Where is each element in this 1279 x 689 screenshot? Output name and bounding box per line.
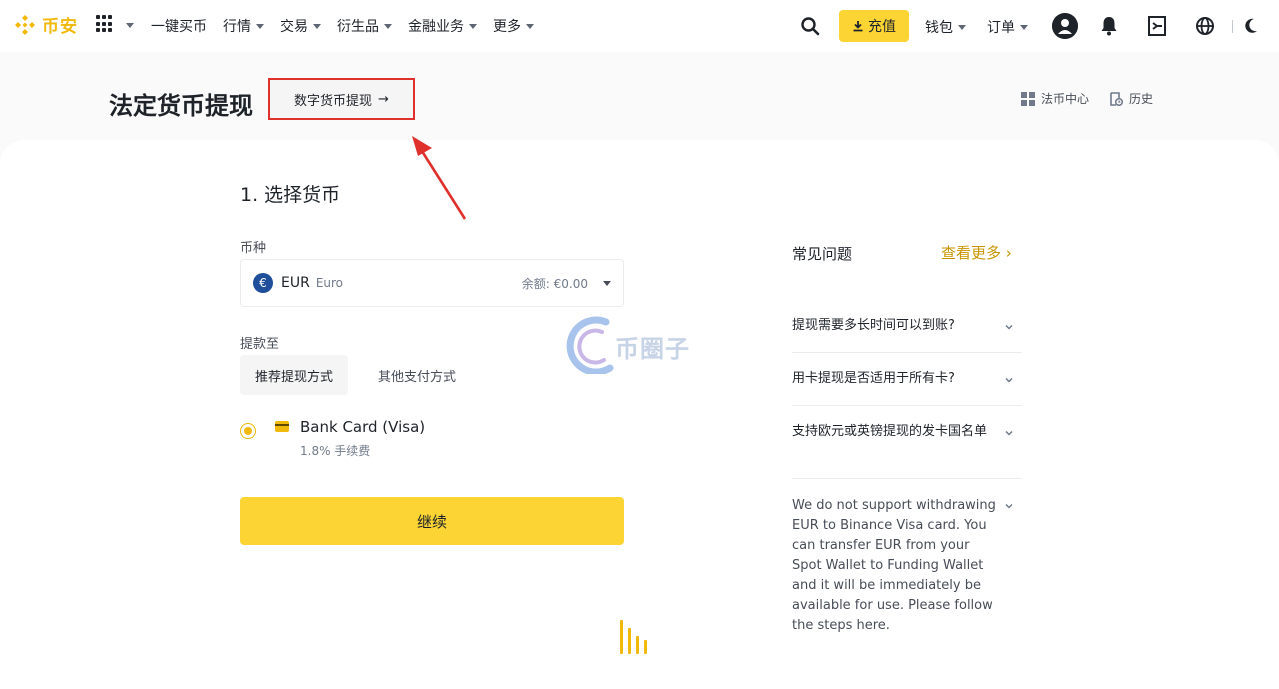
chevron-down-icon bbox=[256, 23, 264, 29]
chevron-down-icon bbox=[313, 23, 321, 29]
faq-divider bbox=[792, 405, 1022, 406]
chevron-down-icon[interactable] bbox=[1004, 375, 1014, 385]
chevron-down-icon bbox=[469, 23, 477, 29]
crypto-withdraw-link[interactable]: 数字货币提现 → bbox=[294, 90, 389, 109]
crypto-withdraw-label: 数字货币提现 bbox=[294, 93, 373, 109]
radio-selected-dot bbox=[244, 427, 252, 435]
currency-select[interactable]: € EUR Euro 余额: €0.00 bbox=[240, 259, 624, 307]
withdraw-to-label: 提款至 bbox=[240, 337, 280, 352]
step-title: 1. 选择货币 bbox=[240, 184, 341, 206]
nav-item-wallet[interactable]: 钱包 bbox=[925, 17, 966, 37]
tab-other-methods[interactable]: 其他支付方式 bbox=[362, 355, 472, 395]
nav-item-label: 一键买币 bbox=[151, 19, 207, 35]
logo-text: 币安 bbox=[42, 17, 78, 37]
nav-item-more[interactable]: 更多 bbox=[493, 16, 534, 36]
faq-divider bbox=[792, 352, 1022, 353]
bell-icon[interactable] bbox=[1099, 15, 1119, 37]
chevron-down-icon bbox=[1020, 24, 1028, 30]
annotation-arrow-icon bbox=[412, 136, 467, 220]
nav-item-orders[interactable]: 订单 bbox=[987, 17, 1028, 37]
faq-note: We do not support withdrawing EUR to Bin… bbox=[792, 498, 996, 633]
chevron-down-icon bbox=[526, 23, 534, 29]
currency-code: EUR bbox=[281, 275, 310, 291]
watermark-text: 币圈子 bbox=[615, 335, 690, 363]
download-app-icon[interactable] bbox=[1147, 15, 1167, 37]
faq-title: 常见问题 bbox=[792, 245, 853, 263]
payment-method-name: Bank Card (Visa) bbox=[300, 418, 426, 436]
nav-item-markets[interactable]: 行情 bbox=[223, 16, 264, 36]
faq-divider bbox=[792, 478, 1022, 479]
history-label: 历史 bbox=[1129, 92, 1154, 106]
chevron-down-icon[interactable] bbox=[1004, 322, 1014, 332]
binance-logo-icon bbox=[15, 14, 35, 35]
credit-card-icon bbox=[275, 421, 289, 432]
nav-item-buy-crypto[interactable]: 一键买币 bbox=[151, 16, 207, 36]
arrow-right-icon: → bbox=[378, 91, 389, 107]
nav-item-label: 更多 bbox=[493, 19, 521, 35]
fiat-center-link[interactable]: 法币中心 bbox=[1021, 90, 1089, 107]
main-content-card bbox=[0, 140, 1279, 689]
chevron-down-icon bbox=[958, 24, 966, 30]
loading-indicator bbox=[620, 620, 647, 654]
nav-item-finance[interactable]: 金融业务 bbox=[408, 16, 477, 36]
tab-recommended[interactable]: 推荐提现方式 bbox=[240, 355, 348, 395]
search-icon[interactable] bbox=[800, 16, 820, 36]
continue-button[interactable]: 继续 bbox=[240, 497, 624, 545]
history-link[interactable]: 历史 bbox=[1109, 90, 1153, 107]
moon-icon[interactable] bbox=[1243, 17, 1259, 35]
faq-item[interactable]: 提现需要多长时间可以到账? bbox=[792, 316, 1022, 336]
nav-item-label: 交易 bbox=[280, 19, 308, 35]
download-icon bbox=[853, 21, 863, 32]
nav-item-trade[interactable]: 交易 bbox=[280, 16, 321, 36]
currency-name: Euro bbox=[315, 276, 344, 290]
currency-label: 币种 bbox=[240, 241, 267, 256]
chevron-down-icon bbox=[603, 280, 611, 286]
history-icon bbox=[1110, 91, 1123, 106]
deposit-label: 充值 bbox=[868, 19, 896, 35]
deposit-button[interactable]: 充值 bbox=[839, 10, 909, 42]
euro-icon: € bbox=[253, 273, 273, 293]
bank-card-radio[interactable] bbox=[240, 423, 256, 439]
wallet-label: 钱包 bbox=[925, 20, 953, 36]
apps-grid-icon[interactable] bbox=[96, 15, 114, 33]
faq-item[interactable]: 用卡提现是否适用于所有卡? bbox=[792, 369, 1022, 389]
nav-item-label: 金融业务 bbox=[408, 19, 464, 35]
faq-item[interactable]: 支持欧元或英镑提现的发卡国名单 bbox=[792, 422, 997, 442]
orders-label: 订单 bbox=[987, 20, 1015, 36]
balance-text: 余额: €0.00 bbox=[521, 276, 588, 291]
chevron-down-icon[interactable] bbox=[1004, 501, 1014, 511]
dashboard-icon bbox=[1021, 91, 1035, 106]
nav-divider bbox=[1232, 20, 1233, 33]
nav-item-derivatives[interactable]: 衍生品 bbox=[337, 16, 392, 36]
user-avatar-icon[interactable] bbox=[1052, 13, 1078, 39]
binance-logo[interactable]: 币安 bbox=[13, 12, 78, 37]
payment-method-fee: 1.8% 手续费 bbox=[300, 444, 371, 458]
page-title: 法定货币提现 bbox=[109, 92, 253, 120]
fiat-center-label: 法币中心 bbox=[1041, 92, 1090, 106]
faq-view-more-link[interactable]: 查看更多 › bbox=[941, 242, 1012, 263]
crypto-withdraw-highlight[interactable]: 数字货币提现 → bbox=[268, 78, 415, 120]
chevron-down-icon bbox=[384, 23, 392, 29]
main-menu: 一键买币 行情 交易 衍生品 金融业务 更多 bbox=[151, 0, 534, 52]
chevron-down-icon[interactable] bbox=[1004, 428, 1014, 438]
nav-item-label: 衍生品 bbox=[337, 19, 379, 35]
top-navigation: 币安 一键买币 行情 交易 衍生品 金融业务 更多 充值 钱包 订单 bbox=[0, 0, 1279, 52]
chevron-down-icon bbox=[126, 23, 134, 28]
globe-icon[interactable] bbox=[1195, 15, 1215, 37]
nav-item-label: 行情 bbox=[223, 19, 251, 35]
